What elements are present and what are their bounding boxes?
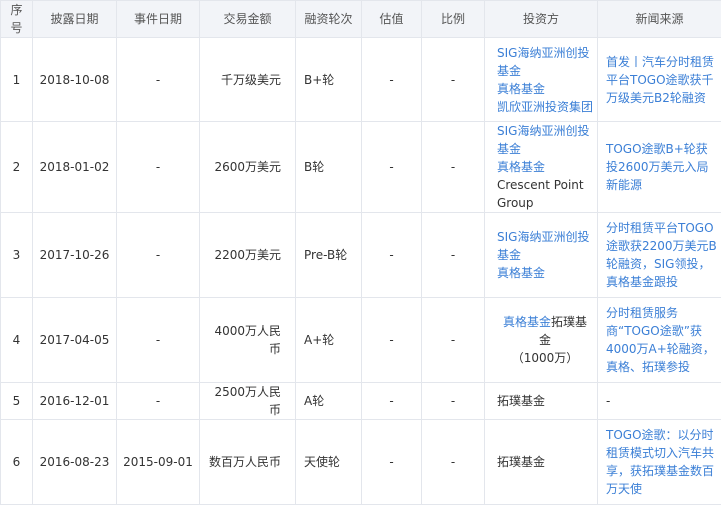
cell-news-source: TOGO途歌：以分时租赁模式切入汽车共享，获拓璞基金数百万天使 (598, 420, 721, 505)
cell-round: B轮 (296, 122, 362, 213)
cell-seq: 1 (1, 38, 33, 122)
cell-round: B+轮 (296, 38, 362, 122)
table-header-row: 序号 披露日期 事件日期 交易金额 融资轮次 估值 比例 投资方 新闻来源 (1, 1, 721, 38)
cell-valuation: - (362, 298, 422, 383)
cell-seq: 2 (1, 122, 33, 213)
investor-link[interactable]: 真格基金 (503, 315, 551, 329)
investor-link[interactable]: 真格基金 (497, 160, 545, 174)
header-investors: 投资方 (485, 1, 598, 38)
cell-news-source: 分时租赁服务商“TOGO途歌”获4000万A+轮融资，真格、拓璞参投 (598, 298, 721, 383)
table-row: 52016-12-01-2500万人民币A轮--拓璞基金- (1, 383, 721, 420)
header-news-source: 新闻来源 (598, 1, 721, 38)
cell-event-date: - (117, 383, 200, 420)
header-seq: 序号 (1, 1, 33, 38)
cell-event-date: - (117, 298, 200, 383)
funding-table: 序号 披露日期 事件日期 交易金额 融资轮次 估值 比例 投资方 新闻来源 12… (0, 0, 721, 505)
news-link[interactable]: 首发丨汽车分时租赁平台TOGO途歌获千万级美元B2轮融资 (606, 55, 714, 105)
cell-investors: SIG海纳亚洲创投基金真格基金 (485, 213, 598, 298)
cell-round: 天使轮 (296, 420, 362, 505)
investor-link[interactable]: 真格基金 (497, 80, 593, 98)
cell-news-source: 分时租赁平台TOGO途歌获2200万美元B轮融资，SIG领投，真格基金跟投 (598, 213, 721, 298)
cell-ratio: - (422, 122, 485, 213)
investor-text: Crescent Point Group (497, 178, 584, 210)
cell-seq: 4 (1, 298, 33, 383)
cell-event-date: - (117, 38, 200, 122)
cell-investors: 拓璞基金 (485, 383, 598, 420)
cell-disclosure-date: 2017-10-26 (33, 213, 117, 298)
header-amount: 交易金额 (200, 1, 296, 38)
investor-link[interactable]: SIG海纳亚洲创投基金 (497, 44, 593, 80)
cell-disclosure-date: 2017-04-05 (33, 298, 117, 383)
cell-disclosure-date: 2018-01-02 (33, 122, 117, 213)
cell-disclosure-date: 2016-08-23 (33, 420, 117, 505)
news-text: - (606, 394, 610, 408)
table-row: 32017-10-26-2200万美元Pre-B轮--SIG海纳亚洲创投基金真格… (1, 213, 721, 298)
cell-round: A+轮 (296, 298, 362, 383)
cell-ratio: - (422, 383, 485, 420)
cell-investors: 拓璞基金 (485, 420, 598, 505)
investor-link[interactable]: SIG海纳亚洲创投基金 (497, 122, 593, 158)
investor-text: 拓璞基金 (497, 392, 593, 410)
cell-amount: 2600万美元 (200, 122, 296, 213)
investor-link[interactable]: 凯欣亚洲投资集团 (497, 98, 593, 116)
cell-ratio: - (422, 38, 485, 122)
news-link[interactable]: 分时租赁服务商“TOGO途歌”获4000万A+轮融资，真格、拓璞参投 (606, 306, 715, 374)
table-row: 62016-08-232015-09-01数百万人民币天使轮--拓璞基金TOGO… (1, 420, 721, 505)
table-row: 42017-04-05-4000万人民币A+轮--真格基金拓璞基金（1000万）… (1, 298, 721, 383)
cell-valuation: - (362, 213, 422, 298)
table-row: 12018-10-08-千万级美元B+轮--SIG海纳亚洲创投基金真格基金凯欣亚… (1, 38, 721, 122)
cell-ratio: - (422, 298, 485, 383)
news-link[interactable]: 分时租赁平台TOGO途歌获2200万美元B轮融资，SIG领投，真格基金跟投 (606, 221, 717, 289)
cell-ratio: - (422, 213, 485, 298)
cell-disclosure-date: 2018-10-08 (33, 38, 117, 122)
cell-seq: 5 (1, 383, 33, 420)
cell-round: Pre-B轮 (296, 213, 362, 298)
cell-news-source: TOGO途歌B+轮获投2600万美元入局新能源 (598, 122, 721, 213)
header-round: 融资轮次 (296, 1, 362, 38)
cell-seq: 3 (1, 213, 33, 298)
cell-disclosure-date: 2016-12-01 (33, 383, 117, 420)
cell-investors: 真格基金拓璞基金（1000万） (485, 298, 598, 383)
cell-event-date: - (117, 213, 200, 298)
header-ratio: 比例 (422, 1, 485, 38)
cell-valuation: - (362, 383, 422, 420)
cell-ratio: - (422, 420, 485, 505)
cell-investors: SIG海纳亚洲创投基金真格基金凯欣亚洲投资集团 (485, 38, 598, 122)
cell-investors: SIG海纳亚洲创投基金真格基金 Crescent Point Group (485, 122, 598, 213)
cell-amount: 千万级美元 (200, 38, 296, 122)
cell-valuation: - (362, 122, 422, 213)
cell-news-source: - (598, 383, 721, 420)
table-body: 12018-10-08-千万级美元B+轮--SIG海纳亚洲创投基金真格基金凯欣亚… (1, 38, 721, 505)
cell-amount: 4000万人民币 (200, 298, 296, 383)
investor-text: （1000万） (497, 349, 593, 367)
cell-amount: 数百万人民币 (200, 420, 296, 505)
cell-valuation: - (362, 38, 422, 122)
cell-event-date: 2015-09-01 (117, 420, 200, 505)
investor-link[interactable]: SIG海纳亚洲创投基金 (497, 228, 593, 264)
investor-text: 拓璞基金 (497, 453, 593, 471)
cell-amount: 2200万美元 (200, 213, 296, 298)
news-link[interactable]: TOGO途歌：以分时租赁模式切入汽车共享，获拓璞基金数百万天使 (606, 428, 714, 496)
header-valuation: 估值 (362, 1, 422, 38)
investor-link[interactable]: 真格基金 (497, 264, 593, 282)
cell-news-source: 首发丨汽车分时租赁平台TOGO途歌获千万级美元B2轮融资 (598, 38, 721, 122)
cell-amount: 2500万人民币 (200, 383, 296, 420)
cell-valuation: - (362, 420, 422, 505)
news-link[interactable]: TOGO途歌B+轮获投2600万美元入局新能源 (606, 142, 709, 192)
cell-event-date: - (117, 122, 200, 213)
cell-round: A轮 (296, 383, 362, 420)
cell-seq: 6 (1, 420, 33, 505)
header-event-date: 事件日期 (117, 1, 200, 38)
table-row: 22018-01-02-2600万美元B轮--SIG海纳亚洲创投基金真格基金Cr… (1, 122, 721, 213)
header-disclosure-date: 披露日期 (33, 1, 117, 38)
